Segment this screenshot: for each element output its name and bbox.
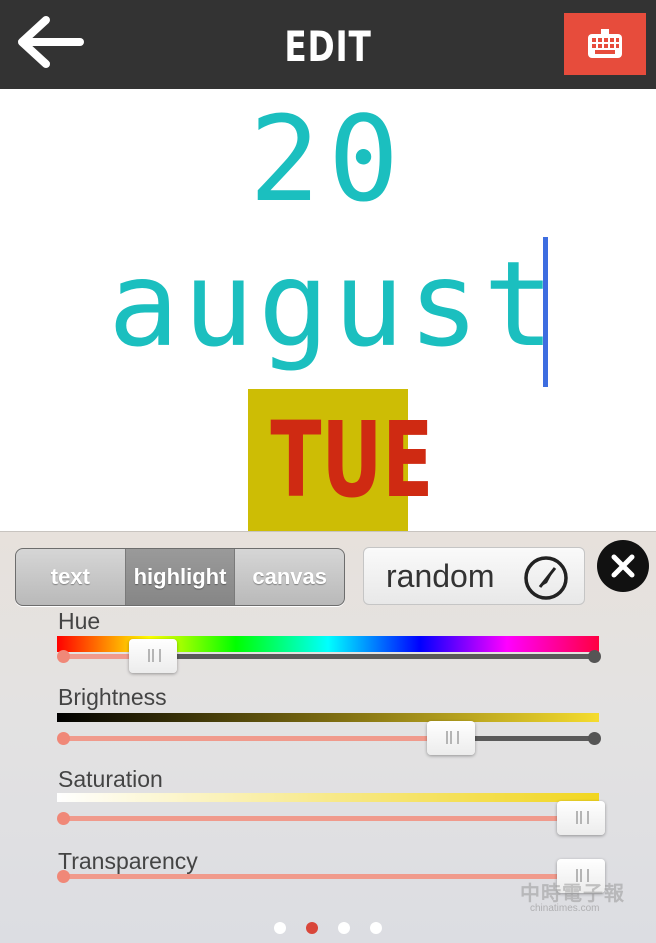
page-dot[interactable] (274, 922, 286, 934)
weekday-text: TUE (270, 399, 434, 521)
compass-icon (524, 556, 568, 600)
style-panel: text highlight canvas random Hue Brightn… (0, 531, 656, 943)
slider-min-dot (57, 870, 70, 883)
random-label: random (386, 558, 495, 594)
tab-canvas[interactable]: canvas (235, 549, 344, 605)
slider-thumb[interactable] (426, 721, 475, 755)
weekday-highlight[interactable]: TUE (248, 389, 434, 531)
watermark-title: 中時電子報 (520, 883, 625, 905)
slider-thumb[interactable] (557, 801, 605, 835)
watermark-subtitle: chinatimes.com (530, 903, 600, 914)
month-text[interactable]: august (108, 239, 558, 369)
slider-fill (63, 816, 594, 821)
page-dot[interactable] (370, 922, 382, 934)
hue-label: Hue (58, 608, 101, 634)
slider-fill (63, 736, 451, 741)
page-indicator (0, 922, 656, 934)
text-cursor (543, 237, 548, 387)
saturation-label: Saturation (58, 766, 163, 792)
slider-min-dot (57, 732, 70, 745)
slider-min-dot (57, 650, 70, 663)
brightness-label: Brightness (58, 684, 167, 710)
slider-thumb[interactable] (129, 639, 178, 673)
slider-max-dot (588, 732, 601, 745)
slider-max-dot (588, 650, 601, 663)
slider-min-dot (57, 812, 70, 825)
keyboard-icon (588, 29, 622, 58)
page-title: EDIT (284, 22, 372, 71)
slider-fill (63, 874, 594, 879)
random-button[interactable]: random (363, 547, 585, 605)
page-dot[interactable] (338, 922, 350, 934)
day-text[interactable]: 20 (0, 99, 656, 219)
saturation-gradient (57, 793, 599, 802)
page-dot[interactable] (306, 922, 318, 934)
watermark: 中時電子報 chinatimes.com (520, 877, 630, 915)
top-bar: EDIT (0, 0, 656, 89)
keyboard-button[interactable] (564, 13, 646, 75)
slider-track (153, 654, 594, 659)
transparency-label: Transparency (58, 848, 198, 874)
target-segmented-control: text highlight canvas (15, 548, 345, 606)
tab-text[interactable]: text (16, 549, 126, 605)
canvas-preview[interactable]: 20 august TUE (0, 89, 656, 531)
close-icon (611, 554, 635, 578)
brightness-gradient (57, 713, 599, 722)
tab-highlight[interactable]: highlight (125, 549, 236, 605)
close-button[interactable] (597, 540, 649, 592)
